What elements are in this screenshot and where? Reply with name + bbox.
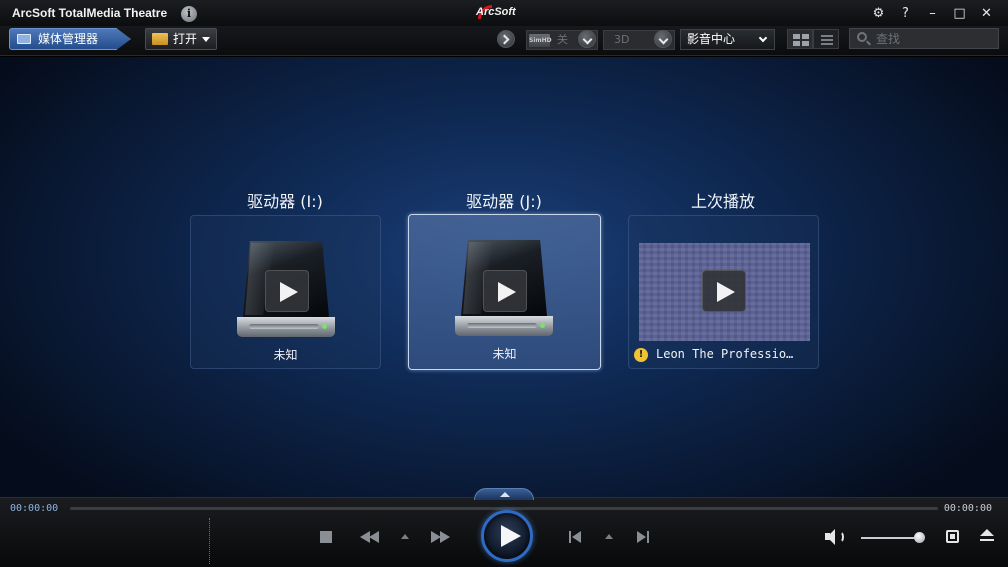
volume-slider-handle[interactable] (914, 532, 925, 543)
open-label: 打开 (173, 32, 198, 46)
maximize-button[interactable]: □ (946, 4, 973, 24)
help-button[interactable]: ? (892, 4, 919, 24)
search-icon (857, 32, 867, 42)
stop-button[interactable] (320, 531, 332, 543)
mode-3d-value: 3D (614, 33, 630, 46)
drive-j-card[interactable]: 未知 (408, 214, 601, 370)
drive-i-label: 未知 (273, 348, 298, 362)
divider (209, 518, 210, 564)
minimize-button[interactable]: – (919, 4, 946, 24)
drive-slot (467, 323, 537, 328)
grid-cell (802, 34, 809, 39)
window-controls: ⚙ ? – □ ✕ (865, 4, 1000, 24)
list-view-button[interactable] (813, 29, 839, 49)
volume-slider[interactable] (861, 537, 919, 539)
simhd-dropdown-chevron-icon[interactable] (578, 30, 596, 48)
title-bar: ArcSoft TotalMedia Theatre i ArcSoft ⚙ ?… (0, 0, 1008, 26)
list-view-icon (821, 35, 833, 37)
drive-slot (249, 324, 319, 329)
view-mode-select[interactable]: 影音中心 (680, 29, 775, 50)
playback-controls: 00:00:00 00:00:00 (0, 488, 1008, 567)
play-icon[interactable] (483, 270, 527, 312)
open-button[interactable]: 打开 (145, 28, 217, 50)
list-line (821, 43, 833, 45)
play-icon[interactable] (702, 270, 746, 312)
rewind-button[interactable] (358, 528, 384, 546)
drive-j-title: 驱动器 (J:) (466, 192, 542, 211)
volume-wave-icon (836, 531, 844, 543)
drive-led (322, 324, 327, 329)
chevron-down-icon (758, 33, 768, 43)
elapsed-time: 00:00:00 (10, 503, 59, 514)
search-input[interactable] (876, 30, 994, 47)
mode-3d-dropdown-chevron-icon[interactable] (654, 30, 672, 48)
settings-gear-icon[interactable]: ⚙ (865, 4, 892, 24)
eject-icon[interactable] (980, 529, 994, 543)
toolbar-expand-arrow-icon[interactable] (497, 30, 515, 48)
collapse-panel-button[interactable] (474, 488, 534, 500)
media-manager-icon (17, 34, 31, 44)
media-manager-button[interactable]: 媒体管理器 (9, 28, 131, 50)
rewind-speed-up-icon[interactable] (401, 534, 409, 539)
arcsoft-logo: ArcSoft (476, 6, 516, 18)
play-icon[interactable] (265, 270, 309, 312)
drive-base (237, 317, 335, 337)
grid-cell (802, 41, 809, 46)
total-time: 00:00:00 (943, 503, 992, 514)
search-box (849, 28, 999, 49)
folder-icon (152, 33, 168, 45)
last-played-label: Leon The Professio… (656, 347, 794, 361)
grid-cell (793, 41, 800, 46)
fast-forward-button[interactable] (428, 528, 454, 546)
drive-base (455, 316, 553, 336)
play-button[interactable] (481, 510, 533, 562)
chapter-menu-up-icon[interactable] (605, 534, 613, 539)
view-mode-selected: 影音中心 (687, 32, 736, 46)
fullscreen-icon[interactable] (946, 530, 959, 543)
drive-i-title: 驱动器 (I:) (247, 192, 323, 211)
last-played-card[interactable]: ! Leon The Professio… (628, 215, 819, 369)
next-chapter-button[interactable] (637, 531, 651, 543)
warning-icon: ! (634, 348, 648, 362)
drive-i-card[interactable]: 未知 (190, 215, 381, 369)
info-icon[interactable]: i (181, 6, 197, 22)
drive-led (540, 323, 545, 328)
list-line (821, 39, 833, 41)
media-manager-label: 媒体管理器 (38, 32, 99, 46)
previous-chapter-button[interactable] (569, 531, 583, 543)
drive-j-label: 未知 (492, 347, 517, 361)
grid-view-icon (793, 34, 800, 39)
close-button[interactable]: ✕ (973, 4, 1000, 24)
app-title: ArcSoft TotalMedia Theatre (12, 6, 168, 20)
media-center-main: 驱动器 (I:) 未知 驱动器 (J:) 未知 上次播放 ! Leon The … (0, 57, 1008, 497)
grid-view-button[interactable] (787, 29, 813, 49)
open-dropdown-caret-icon (202, 37, 210, 42)
simhd-badge: SimHD (529, 34, 552, 47)
last-played-title: 上次播放 (690, 192, 755, 211)
